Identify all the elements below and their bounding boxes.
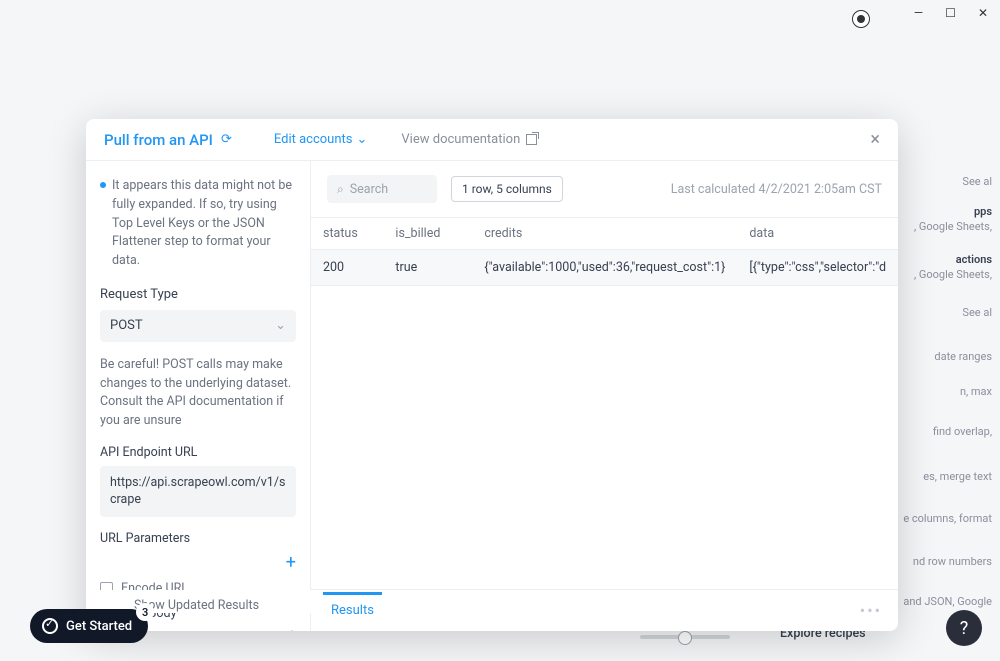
close-window-icon[interactable]: ✕ <box>978 6 988 20</box>
get-started-button[interactable]: Get Started 3 <box>30 609 148 643</box>
encode-url-row[interactable]: Encode URL <box>100 581 296 596</box>
encode-url-label: Encode URL <box>121 581 188 596</box>
encode-url-checkbox[interactable] <box>100 582 113 595</box>
last-calculated: Last calculated 4/2/2021 2:05am CST <box>671 182 882 197</box>
results-panel: ⌕ Search 1 row, 5 columns Last calculate… <box>311 161 898 631</box>
endpoint-input[interactable]: https://api.scrapeowl.com/v1/scrape <box>100 466 296 517</box>
minimize-icon[interactable]: — <box>914 6 923 20</box>
help-button[interactable]: ? <box>946 610 982 646</box>
table-row[interactable]: 200 true {"available":1000,"used":36,"re… <box>311 250 898 286</box>
add-param-button[interactable]: + <box>100 552 296 573</box>
expand-tip: It appears this data might not be fully … <box>100 177 296 271</box>
modal-header: Pull from an API ⟳ Edit accounts ⌄ View … <box>86 119 898 161</box>
col-credits[interactable]: credits <box>472 218 737 250</box>
checklist-icon <box>42 618 58 634</box>
external-link-icon <box>526 134 537 145</box>
view-docs-link[interactable]: View documentation <box>401 132 537 147</box>
cell-data: [{"type":"css","selector":"d <box>737 250 898 286</box>
endpoint-label: API Endpoint URL <box>100 445 296 460</box>
refresh-icon[interactable]: ⟳ <box>221 132 232 147</box>
url-params-label: URL Parameters <box>100 531 296 546</box>
profile-icon[interactable] <box>852 10 870 28</box>
search-input[interactable]: ⌕ Search <box>327 175 437 203</box>
col-data[interactable]: data <box>737 218 898 250</box>
post-warning: Be careful! POST calls may make changes … <box>100 356 296 431</box>
row-count-badge: 1 row, 5 columns <box>451 176 563 202</box>
tab-results[interactable]: Results <box>327 593 378 628</box>
results-toolbar: ⌕ Search 1 row, 5 columns Last calculate… <box>311 161 898 217</box>
close-modal-icon[interactable]: × <box>870 129 880 150</box>
get-started-count: 3 <box>136 603 154 621</box>
search-icon: ⌕ <box>337 182 344 197</box>
request-type-select[interactable]: POST ⌄ <box>100 310 296 342</box>
chevron-down-icon: ⌄ <box>275 318 286 333</box>
zoom-slider[interactable] <box>640 635 730 639</box>
window-controls: — ☐ ✕ <box>914 6 988 20</box>
edit-accounts-link[interactable]: Edit accounts ⌄ <box>274 132 368 147</box>
request-type-label: Request Type <box>100 287 296 302</box>
more-options-icon[interactable]: ••• <box>860 601 882 620</box>
col-status[interactable]: status <box>311 218 383 250</box>
maximize-icon[interactable]: ☐ <box>945 6 956 20</box>
results-footer: Results ••• <box>311 589 898 631</box>
modal-title: Pull from an API ⟳ <box>104 131 232 149</box>
col-is-billed[interactable]: is_billed <box>383 218 472 250</box>
cell-status: 200 <box>311 250 383 286</box>
api-config-modal: Pull from an API ⟳ Edit accounts ⌄ View … <box>86 119 898 631</box>
cell-is-billed: true <box>383 250 472 286</box>
config-sidebar: It appears this data might not be fully … <box>86 161 311 631</box>
chevron-down-icon: ⌄ <box>357 132 368 147</box>
cell-credits: {"available":1000,"used":36,"request_cos… <box>472 250 737 286</box>
results-table: status is_billed credits data 200 true {… <box>311 217 898 589</box>
